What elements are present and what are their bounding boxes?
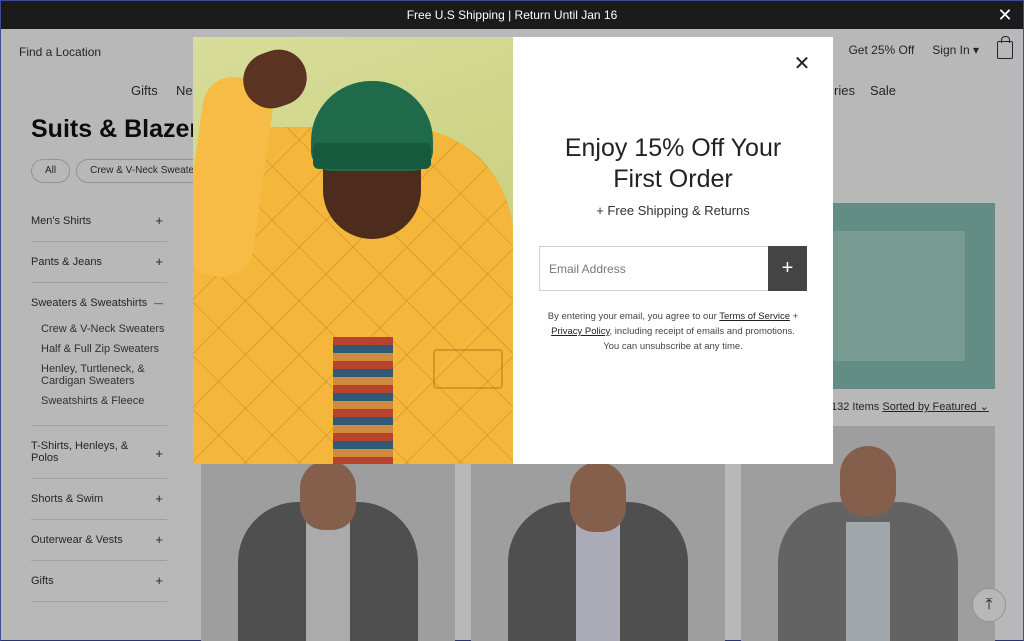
privacy-policy-link[interactable]: Privacy Policy <box>551 326 609 337</box>
close-icon[interactable]: ✕ <box>791 53 813 75</box>
modal-heading: Enjoy 15% Off Your First Order <box>564 134 782 193</box>
announcement-bar: Free U.S Shipping | Return Until Jan 16 … <box>1 1 1023 29</box>
modal-subheading: + Free Shipping & Returns <box>596 203 750 218</box>
modal-content: ✕ Enjoy 15% Off Your First Order + Free … <box>513 37 833 464</box>
email-field[interactable] <box>540 247 768 290</box>
email-signup-modal: ✕ Enjoy 15% Off Your First Order + Free … <box>193 37 833 464</box>
promo-photo <box>193 37 513 464</box>
announcement-text: Free U.S Shipping | Return Until Jan 16 <box>406 8 618 22</box>
terms-of-service-link[interactable]: Terms of Service <box>719 311 790 322</box>
email-form: + <box>539 246 807 291</box>
close-icon[interactable]: ✕ <box>995 5 1015 25</box>
submit-email-button[interactable]: + <box>768 246 807 291</box>
legal-disclaimer: By entering your email, you agree to our… <box>547 311 799 352</box>
